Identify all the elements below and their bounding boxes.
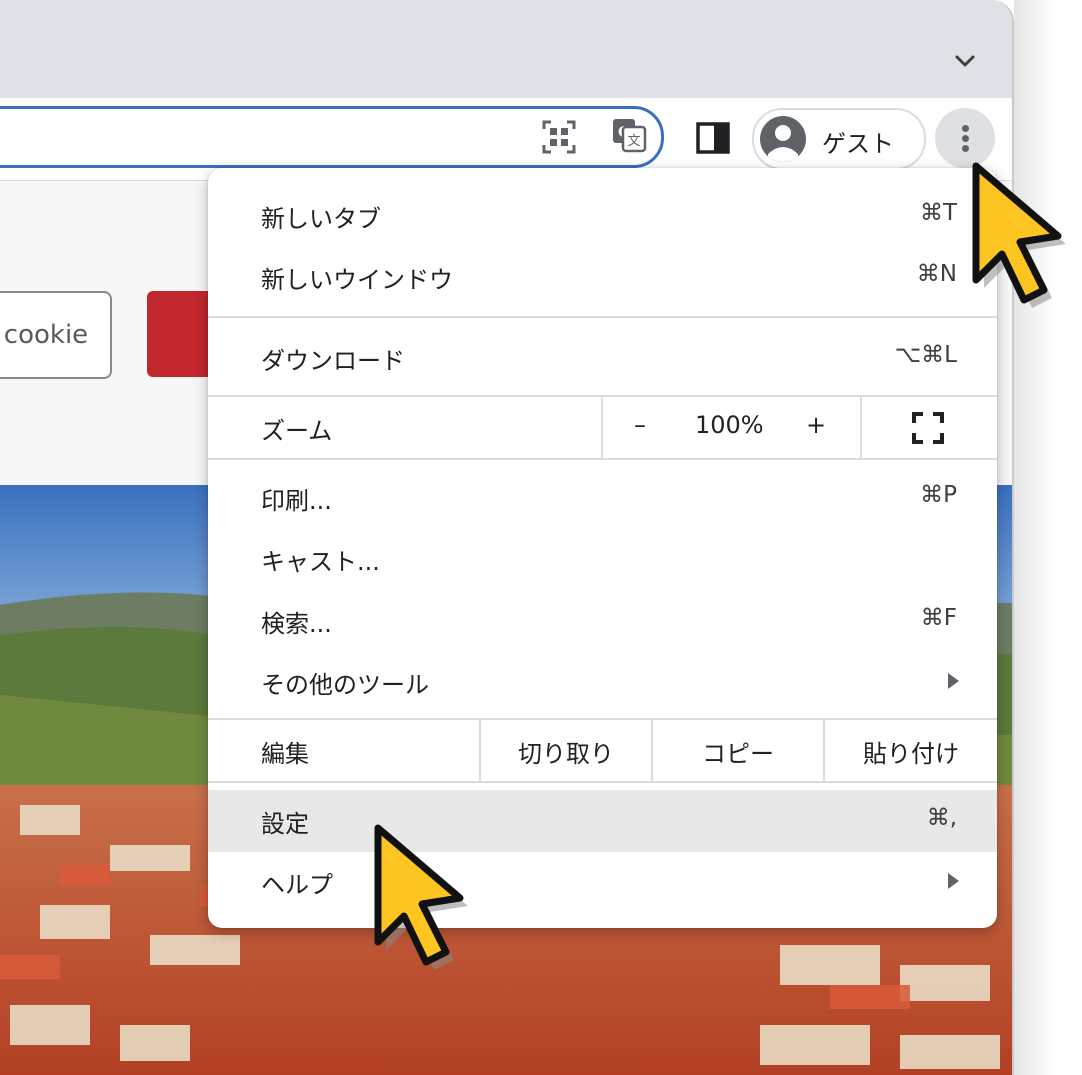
paste-button[interactable]: 貼り付け [825,734,997,769]
menu-item-downloads[interactable]: ダウンロード ⌥⌘L [208,327,997,389]
menu-separator [208,781,997,783]
menu-separator [208,458,997,460]
cookie-button[interactable]: cookie [0,291,112,379]
menu-separator [208,316,997,318]
menu-item-new-window[interactable]: 新しいウインドウ ⌘N [208,246,997,308]
submenu-arrow-icon [948,673,959,689]
menu-item-more-tools[interactable]: その他のツール [208,651,997,713]
edit-label: 編集 [261,740,309,768]
menu-item-print[interactable]: 印刷... ⌘P [208,467,997,529]
zoom-divider [601,397,603,458]
account-circle-icon [760,116,806,162]
menu-item-settings[interactable]: 設定 ⌘, [208,790,997,852]
chrome-menu: 新しいタブ ⌘T 新しいウインドウ ⌘N ダウンロード ⌥⌘L ズーム – 10… [208,168,997,928]
pointer-cursor-icon [972,162,1066,308]
qr-code-icon[interactable] [541,119,577,155]
chevron-down-icon[interactable] [948,44,982,78]
copy-button[interactable]: コピー [653,734,823,769]
fullscreen-icon[interactable] [912,412,944,444]
zoom-label: ズーム [261,417,333,445]
menu-row-zoom: ズーム – 100% + [208,397,997,458]
side-panel-icon[interactable] [696,122,730,154]
menu-item-new-tab[interactable]: 新しいタブ ⌘T [208,185,997,247]
profile-chip[interactable]: ゲスト [752,108,926,170]
menu-item-cast[interactable]: キャスト... [208,528,997,590]
zoom-divider [860,397,862,458]
profile-label: ゲスト [822,130,894,158]
pointer-cursor-icon [374,824,468,970]
address-bar[interactable]: G 文 [0,106,664,168]
zoom-out-button[interactable]: – [634,411,646,439]
zoom-value: 100% [695,411,764,439]
menu-item-find[interactable]: 検索... ⌘F [208,590,997,652]
cut-button[interactable]: 切り取り [481,734,651,769]
zoom-in-button[interactable]: + [806,411,826,439]
svg-text:文: 文 [627,134,640,149]
translate-icon[interactable]: G 文 [611,117,647,153]
tab-strip [0,0,1012,98]
menu-item-help[interactable]: ヘルプ [208,851,997,913]
submenu-arrow-icon [948,873,959,889]
menu-row-edit: 編集 切り取り コピー 貼り付け [208,720,997,781]
